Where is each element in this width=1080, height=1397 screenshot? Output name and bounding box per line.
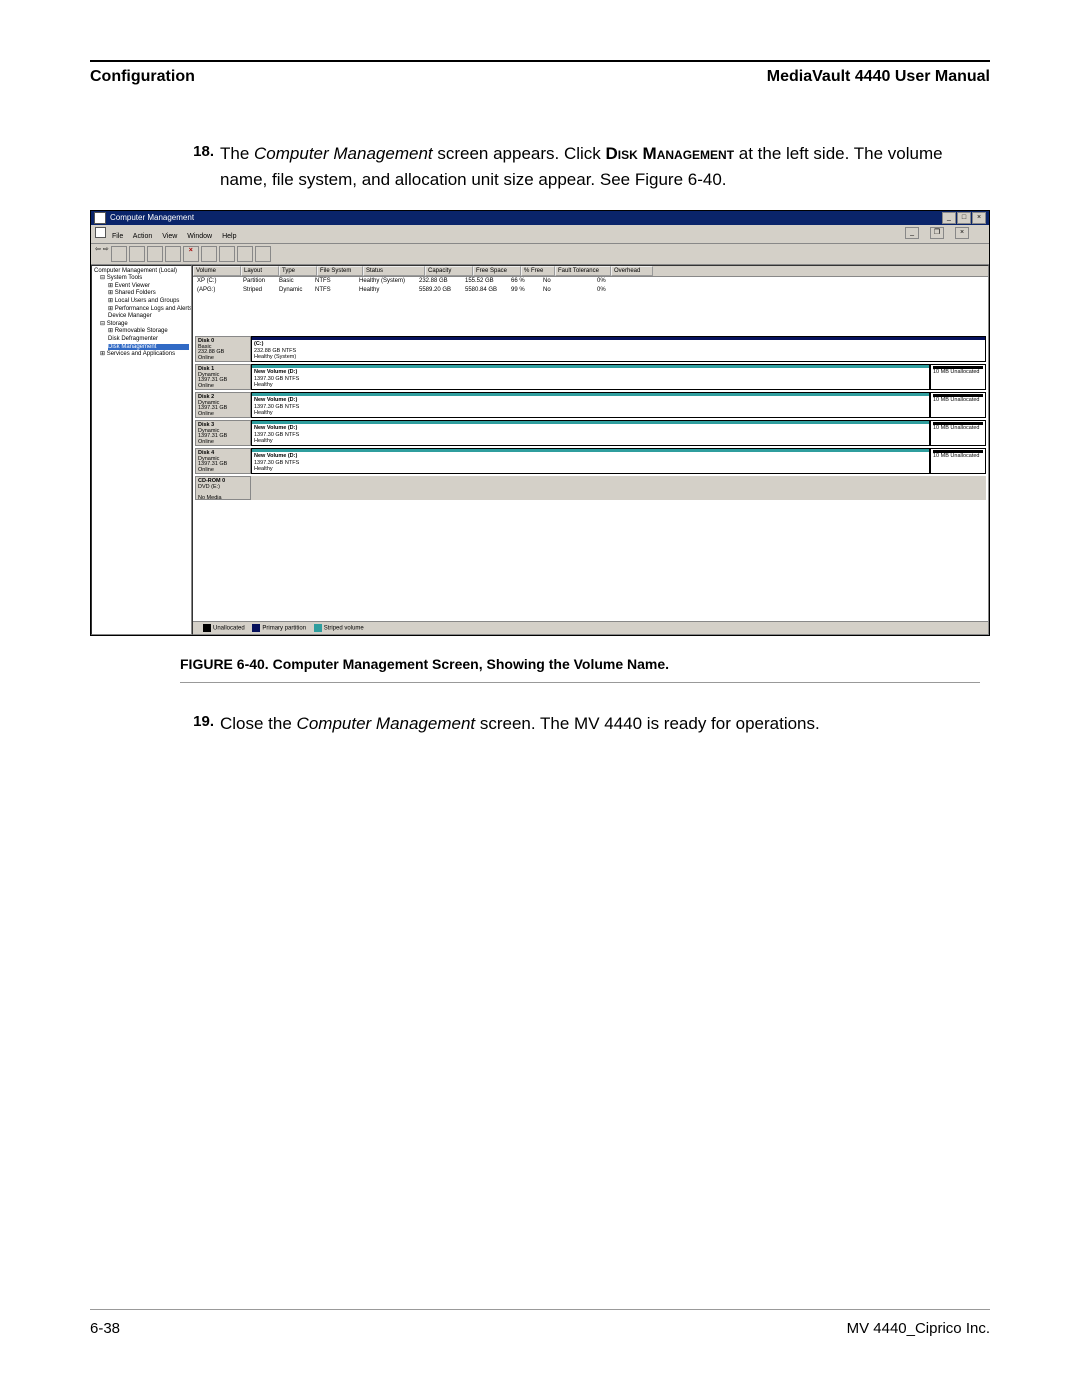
step-text: The Computer Management screen appears. … — [220, 141, 980, 192]
col-overhead[interactable]: Overhead — [611, 266, 653, 277]
disk-label: Disk 3Dynamic1397.31 GBOnline — [195, 420, 251, 446]
tree-item[interactable]: ⊞ Local Users and Groups — [108, 298, 189, 305]
toolbar-refresh-icon[interactable] — [147, 246, 163, 262]
menu-view[interactable]: View — [162, 233, 177, 240]
volume-bar[interactable]: New Volume (D:)1397.30 GB NTFSHealthy — [251, 448, 930, 474]
menu-help[interactable]: Help — [222, 233, 236, 240]
col-status[interactable]: Status — [363, 266, 425, 277]
volume-bar[interactable]: New Volume (D:)1397.30 GB NTFSHealthy — [251, 420, 930, 446]
menubar: File Action View Window Help _ ❐ × — [91, 225, 989, 244]
tree-root[interactable]: Computer Management (Local) — [94, 268, 189, 275]
volume-row[interactable]: (APG:)StripedDynamicNTFSHealthy5589.20 G… — [193, 286, 988, 295]
disk-row[interactable]: Disk 3Dynamic1397.31 GBOnlineNew Volume … — [195, 420, 986, 446]
document-footer: 6-38 MV 4440_Ciprico Inc. — [90, 1309, 990, 1337]
col-fs[interactable]: File System — [317, 266, 363, 277]
legend-swatch-striped — [314, 624, 322, 632]
legend-swatch-primary — [252, 624, 260, 632]
child-close-button[interactable]: × — [955, 227, 969, 239]
tree-item[interactable]: Device Manager — [108, 313, 189, 320]
footer-brand: MV 4440_Ciprico Inc. — [847, 1320, 990, 1337]
col-volume[interactable]: Volume — [193, 266, 241, 277]
volume-bar[interactable]: (C:)232.88 GB NTFSHealthy (System) — [251, 336, 986, 362]
col-free[interactable]: Free Space — [473, 266, 521, 277]
toolbar-back-icon[interactable]: ⇦ — [95, 246, 101, 262]
toolbar-button[interactable] — [165, 246, 181, 262]
figure-caption: FIGURE 6-40. Computer Management Screen,… — [180, 656, 980, 672]
unallocated-bar[interactable]: 10 MB Unallocated — [930, 420, 986, 446]
cdrom-label: CD-ROM 0DVD (E:)No Media — [195, 476, 251, 500]
tree-item[interactable]: Disk Defragmenter — [108, 336, 189, 343]
disk-graphic-area: Disk 0Basic232.88 GBOnline(C:)232.88 GB … — [193, 334, 988, 620]
step-19: 19. Close the Computer Management screen… — [180, 711, 980, 737]
cdrom-row[interactable]: CD-ROM 0DVD (E:)No Media — [195, 476, 986, 500]
window-title: Computer Management — [110, 214, 194, 223]
step-text: Close the Computer Management screen. Th… — [220, 711, 820, 737]
toolbar-forward-icon[interactable]: ⇨ — [103, 246, 109, 262]
volume-list: XP (C:)PartitionBasicNTFSHealthy (System… — [193, 277, 988, 294]
tree-item[interactable]: ⊞ Removable Storage — [108, 328, 189, 335]
volume-bar[interactable]: New Volume (D:)1397.30 GB NTFSHealthy — [251, 364, 930, 390]
page-number: 6-38 — [90, 1320, 120, 1337]
disk-label: Disk 1Dynamic1397.31 GBOnline — [195, 364, 251, 390]
window-titlebar: Computer Management _ □ × — [91, 211, 989, 225]
unallocated-bar[interactable]: 10 MB Unallocated — [930, 364, 986, 390]
disk-row[interactable]: Disk 4Dynamic1397.31 GBOnlineNew Volume … — [195, 448, 986, 474]
toolbar-properties-icon[interactable] — [201, 246, 217, 262]
menu-file[interactable]: File — [112, 233, 123, 240]
legend-bar: Unallocated Primary partition Striped vo… — [193, 621, 988, 634]
toolbar-delete-icon[interactable]: × — [183, 246, 199, 262]
step-number: 19. — [180, 711, 214, 737]
app-icon — [94, 212, 106, 224]
caption-divider — [180, 682, 980, 683]
computer-management-screenshot: Computer Management _ □ × File Action Vi… — [90, 210, 990, 636]
toolbar: ⇦ ⇨ × — [91, 244, 989, 265]
legend-swatch-unallocated — [203, 624, 211, 632]
document-header: Configuration MediaVault 4440 User Manua… — [90, 60, 990, 86]
close-button[interactable]: × — [972, 212, 986, 224]
toolbar-button[interactable] — [255, 246, 271, 262]
navigation-tree[interactable]: Computer Management (Local) ⊟ System Too… — [91, 265, 192, 635]
toolbar-button[interactable] — [219, 246, 235, 262]
col-pctfree[interactable]: % Free — [521, 266, 555, 277]
child-restore-button[interactable]: ❐ — [930, 227, 944, 239]
step-18: 18. The Computer Management screen appea… — [180, 141, 980, 192]
tree-disk-management[interactable]: Disk Management — [108, 344, 189, 351]
tree-item[interactable]: ⊞ Event Viewer — [108, 283, 189, 290]
disk-row[interactable]: Disk 1Dynamic1397.31 GBOnlineNew Volume … — [195, 364, 986, 390]
tree-item[interactable]: ⊞ Performance Logs and Alerts — [108, 306, 189, 313]
minimize-button[interactable]: _ — [942, 212, 956, 224]
tree-services[interactable]: ⊞ Services and Applications — [100, 351, 189, 358]
app-icon-small — [95, 227, 106, 238]
volume-list-header: Volume Layout Type File System Status Ca… — [193, 266, 988, 278]
col-capacity[interactable]: Capacity — [425, 266, 473, 277]
volume-bar[interactable]: New Volume (D:)1397.30 GB NTFSHealthy — [251, 392, 930, 418]
tree-system-tools[interactable]: ⊟ System Tools — [100, 275, 189, 282]
volume-row[interactable]: XP (C:)PartitionBasicNTFSHealthy (System… — [193, 277, 988, 286]
child-minimize-button[interactable]: _ — [905, 227, 919, 239]
menu-window[interactable]: Window — [187, 233, 212, 240]
disk-label: Disk 4Dynamic1397.31 GBOnline — [195, 448, 251, 474]
col-type[interactable]: Type — [279, 266, 317, 277]
toolbar-button[interactable] — [129, 246, 145, 262]
disk-label: Disk 2Dynamic1397.31 GBOnline — [195, 392, 251, 418]
menu-action[interactable]: Action — [133, 233, 152, 240]
tree-item[interactable]: ⊞ Shared Folders — [108, 290, 189, 297]
maximize-button[interactable]: □ — [957, 212, 971, 224]
disk-row[interactable]: Disk 0Basic232.88 GBOnline(C:)232.88 GB … — [195, 336, 986, 362]
toolbar-help-icon[interactable] — [237, 246, 253, 262]
disk-row[interactable]: Disk 2Dynamic1397.31 GBOnlineNew Volume … — [195, 392, 986, 418]
col-ft[interactable]: Fault Tolerance — [555, 266, 611, 277]
col-layout[interactable]: Layout — [241, 266, 279, 277]
main-pane: Volume Layout Type File System Status Ca… — [192, 265, 989, 635]
tree-storage[interactable]: ⊟ Storage — [100, 321, 189, 328]
header-right: MediaVault 4440 User Manual — [767, 68, 990, 86]
step-number: 18. — [180, 141, 214, 192]
unallocated-bar[interactable]: 10 MB Unallocated — [930, 448, 986, 474]
header-left: Configuration — [90, 68, 195, 86]
toolbar-button[interactable] — [111, 246, 127, 262]
unallocated-bar[interactable]: 10 MB Unallocated — [930, 392, 986, 418]
disk-label: Disk 0Basic232.88 GBOnline — [195, 336, 251, 362]
